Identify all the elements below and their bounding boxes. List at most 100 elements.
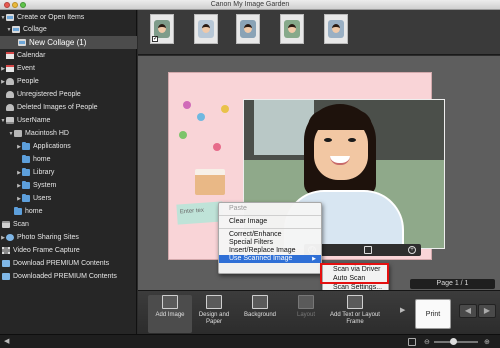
photo-eye bbox=[324, 138, 332, 142]
folder-icon bbox=[22, 142, 30, 150]
flower-decoration bbox=[179, 131, 187, 139]
film-icon bbox=[2, 247, 10, 254]
add-text-or-layout-frame-button[interactable]: Add Text or Layout Frame bbox=[330, 295, 380, 333]
expand-arrow-icon[interactable]: ▶ bbox=[400, 306, 405, 314]
design-and-paper-button[interactable]: Design and Paper bbox=[192, 295, 236, 333]
background-icon bbox=[252, 295, 268, 309]
sidebar-item-scan[interactable]: Scan bbox=[0, 219, 137, 230]
thumbnail-face bbox=[158, 24, 166, 33]
zoom-slider-knob[interactable] bbox=[450, 338, 457, 345]
title-bar: Canon My Image Garden bbox=[0, 0, 500, 10]
zoom-in-icon[interactable]: + bbox=[408, 246, 416, 254]
calendar-icon bbox=[6, 52, 14, 59]
flower-decoration bbox=[197, 113, 205, 121]
status-bar: ◀ ⊖ ⊕ bbox=[0, 334, 500, 348]
zoom-in-icon[interactable]: ⊕ bbox=[484, 338, 490, 346]
image-thumbnail[interactable] bbox=[280, 14, 304, 44]
submenu-arrow-icon: ▶ bbox=[312, 256, 316, 262]
context-menu: Paste Clear Image Correct/Enhance Specia… bbox=[218, 202, 322, 274]
collapse-sidebar-icon[interactable]: ◀ bbox=[4, 337, 9, 345]
previous-page-button[interactable]: ◀ bbox=[459, 304, 477, 318]
menu-item-clear-image[interactable]: Clear Image bbox=[219, 218, 321, 226]
layout-button[interactable]: Layout bbox=[284, 295, 328, 333]
sidebar-item-macintosh-hd[interactable]: ▼ Macintosh HD bbox=[0, 128, 137, 139]
trash-icon[interactable] bbox=[364, 246, 372, 254]
sidebar-item-calendar[interactable]: Calendar bbox=[0, 50, 137, 61]
sidebar-item-download-premium-contents[interactable]: Download PREMIUM Contents bbox=[0, 258, 137, 269]
folder-doc-icon bbox=[6, 14, 14, 21]
menu-separator bbox=[219, 228, 321, 229]
menu-item-auto-scan[interactable]: Auto Scan bbox=[323, 274, 388, 283]
folder-icon bbox=[22, 194, 30, 202]
event-icon bbox=[6, 65, 14, 72]
sidebar-item-system[interactable]: ▶ System bbox=[0, 180, 137, 191]
zoom-out-icon[interactable]: ⊖ bbox=[424, 338, 430, 346]
menu-item-use-scanned-image[interactable]: Use Scanned Image ▶ bbox=[219, 255, 321, 263]
design-and-paper-icon bbox=[206, 295, 222, 309]
download-icon bbox=[2, 260, 10, 267]
bottom-toolbar: Add Image Design and Paper Background La… bbox=[138, 290, 500, 334]
thumbnail-face bbox=[202, 24, 210, 33]
sidebar-item-home[interactable]: home bbox=[0, 154, 137, 165]
cake-decoration bbox=[195, 169, 225, 195]
sidebar-item-deleted-images-of-people[interactable]: Deleted Images of People bbox=[0, 102, 137, 113]
background-button[interactable]: Background bbox=[238, 295, 282, 333]
sidebar-item-new-collage[interactable]: New Collage (1) bbox=[0, 36, 137, 49]
flower-decoration bbox=[213, 143, 221, 151]
sidebar-item-people[interactable]: ▶ People bbox=[0, 76, 137, 87]
add-text-icon bbox=[347, 295, 363, 309]
sidebar-item-library[interactable]: ▶ Library bbox=[0, 167, 137, 178]
sidebar: ▼ Create or Open Items ▼ Collage New Col… bbox=[0, 10, 137, 334]
sidebar-item-photo-sharing-sites[interactable]: ▶ Photo Sharing Sites bbox=[0, 232, 137, 243]
folder-icon bbox=[22, 155, 30, 163]
doc-icon bbox=[18, 39, 26, 46]
photo-eye bbox=[348, 138, 356, 142]
sidebar-item-create-or-open-items[interactable]: ▼ Create or Open Items bbox=[0, 12, 137, 23]
photo-bangs bbox=[308, 110, 372, 130]
menu-item-scan-via-driver[interactable]: Scan via Driver bbox=[323, 265, 388, 274]
trash-icon bbox=[6, 104, 14, 111]
flower-decoration bbox=[183, 101, 191, 109]
image-thumbnail[interactable] bbox=[324, 14, 348, 44]
image-thumbnail[interactable] bbox=[194, 14, 218, 44]
collage-icon bbox=[12, 26, 20, 33]
layout-icon bbox=[298, 295, 314, 309]
single-view-icon[interactable] bbox=[408, 338, 416, 346]
text-box[interactable]: Enter tex bbox=[176, 201, 224, 225]
folder-icon bbox=[22, 168, 30, 176]
menu-item-special-filters[interactable]: Special Filters bbox=[219, 239, 321, 247]
sidebar-item-applications[interactable]: ▶ Applications bbox=[0, 141, 137, 152]
add-image-icon bbox=[162, 295, 178, 309]
flower-decoration bbox=[221, 105, 229, 113]
folder-icon bbox=[14, 207, 22, 215]
computer-icon bbox=[6, 117, 14, 124]
sidebar-item-video-frame-capture[interactable]: Video Frame Capture bbox=[0, 245, 137, 256]
sidebar-item-users[interactable]: ▶ Users bbox=[0, 193, 137, 204]
image-thumbnail[interactable]: ✓ bbox=[150, 14, 174, 44]
download-icon bbox=[2, 273, 10, 280]
window-title: Canon My Image Garden bbox=[210, 1, 290, 8]
menu-item-paste[interactable]: Paste bbox=[219, 205, 321, 213]
sidebar-item-event[interactable]: ▶ Event bbox=[0, 63, 137, 74]
menu-item-insert-replace-image[interactable]: Insert/Replace Image bbox=[219, 247, 321, 255]
menu-separator bbox=[219, 215, 321, 216]
next-page-button[interactable]: ▶ bbox=[478, 304, 496, 318]
add-image-button[interactable]: Add Image bbox=[148, 295, 192, 333]
people-icon bbox=[6, 78, 14, 85]
menu-item-correct-enhance[interactable]: Correct/Enhance bbox=[219, 231, 321, 239]
print-button[interactable]: Print bbox=[415, 299, 451, 329]
image-thumbnail-strip: ✓ bbox=[138, 10, 500, 55]
disk-icon bbox=[14, 130, 22, 137]
thumbnail-face bbox=[332, 24, 340, 33]
people-icon bbox=[6, 91, 14, 98]
sidebar-item-downloaded-premium-contents[interactable]: Downloaded PREMIUM Contents bbox=[0, 271, 137, 282]
sidebar-item-home-2[interactable]: home bbox=[0, 206, 137, 217]
scanner-icon bbox=[2, 221, 10, 228]
sidebar-item-unregistered-people[interactable]: Unregistered People bbox=[0, 89, 137, 100]
checkbox-icon[interactable]: ✓ bbox=[152, 36, 158, 42]
thumbnail-face bbox=[288, 24, 296, 33]
sidebar-item-username[interactable]: ▼ UserName bbox=[0, 115, 137, 126]
sidebar-item-collage[interactable]: ▼ Collage bbox=[0, 24, 137, 35]
image-thumbnail[interactable] bbox=[236, 14, 260, 44]
thumbnail-face bbox=[244, 24, 252, 33]
